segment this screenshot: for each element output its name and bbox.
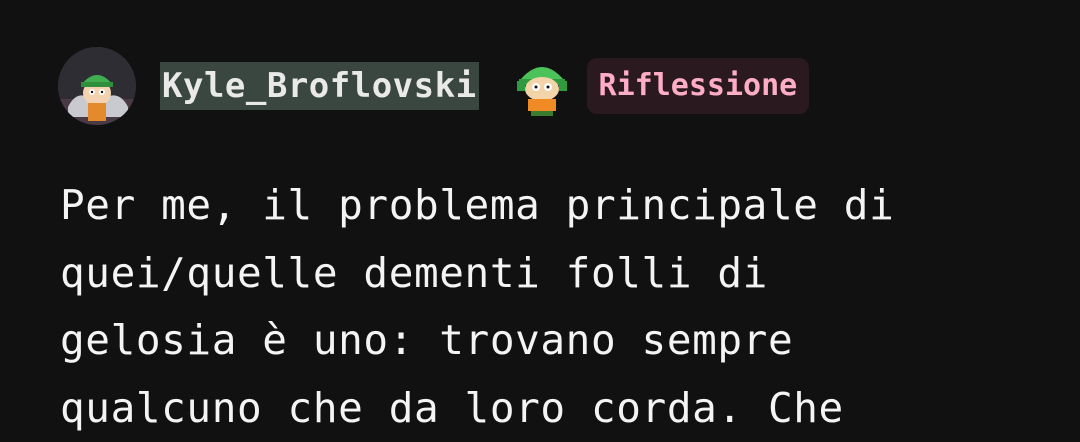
post-body-line: qualcuno che da loro corda. Che: [60, 375, 1040, 442]
post-body-line: gelosia è uno: trovano sempre: [60, 307, 1040, 375]
post-card: Kyle_Broflovski Riflessione Per me, il p…: [0, 0, 1080, 438]
kyle-character-icon: [513, 55, 571, 117]
kyle-avatar-icon[interactable]: [58, 47, 136, 125]
post-body-line: Per me, il problema principale di: [60, 172, 1040, 240]
post-body: Per me, il problema principale di quei/q…: [60, 172, 1040, 442]
author-username[interactable]: Kyle_Broflovski: [160, 62, 479, 110]
post-tag-chip[interactable]: Riflessione: [587, 58, 810, 114]
post-header: Kyle_Broflovski Riflessione: [58, 46, 809, 126]
post-body-line: quei/quelle dementi folli di: [60, 240, 1040, 308]
